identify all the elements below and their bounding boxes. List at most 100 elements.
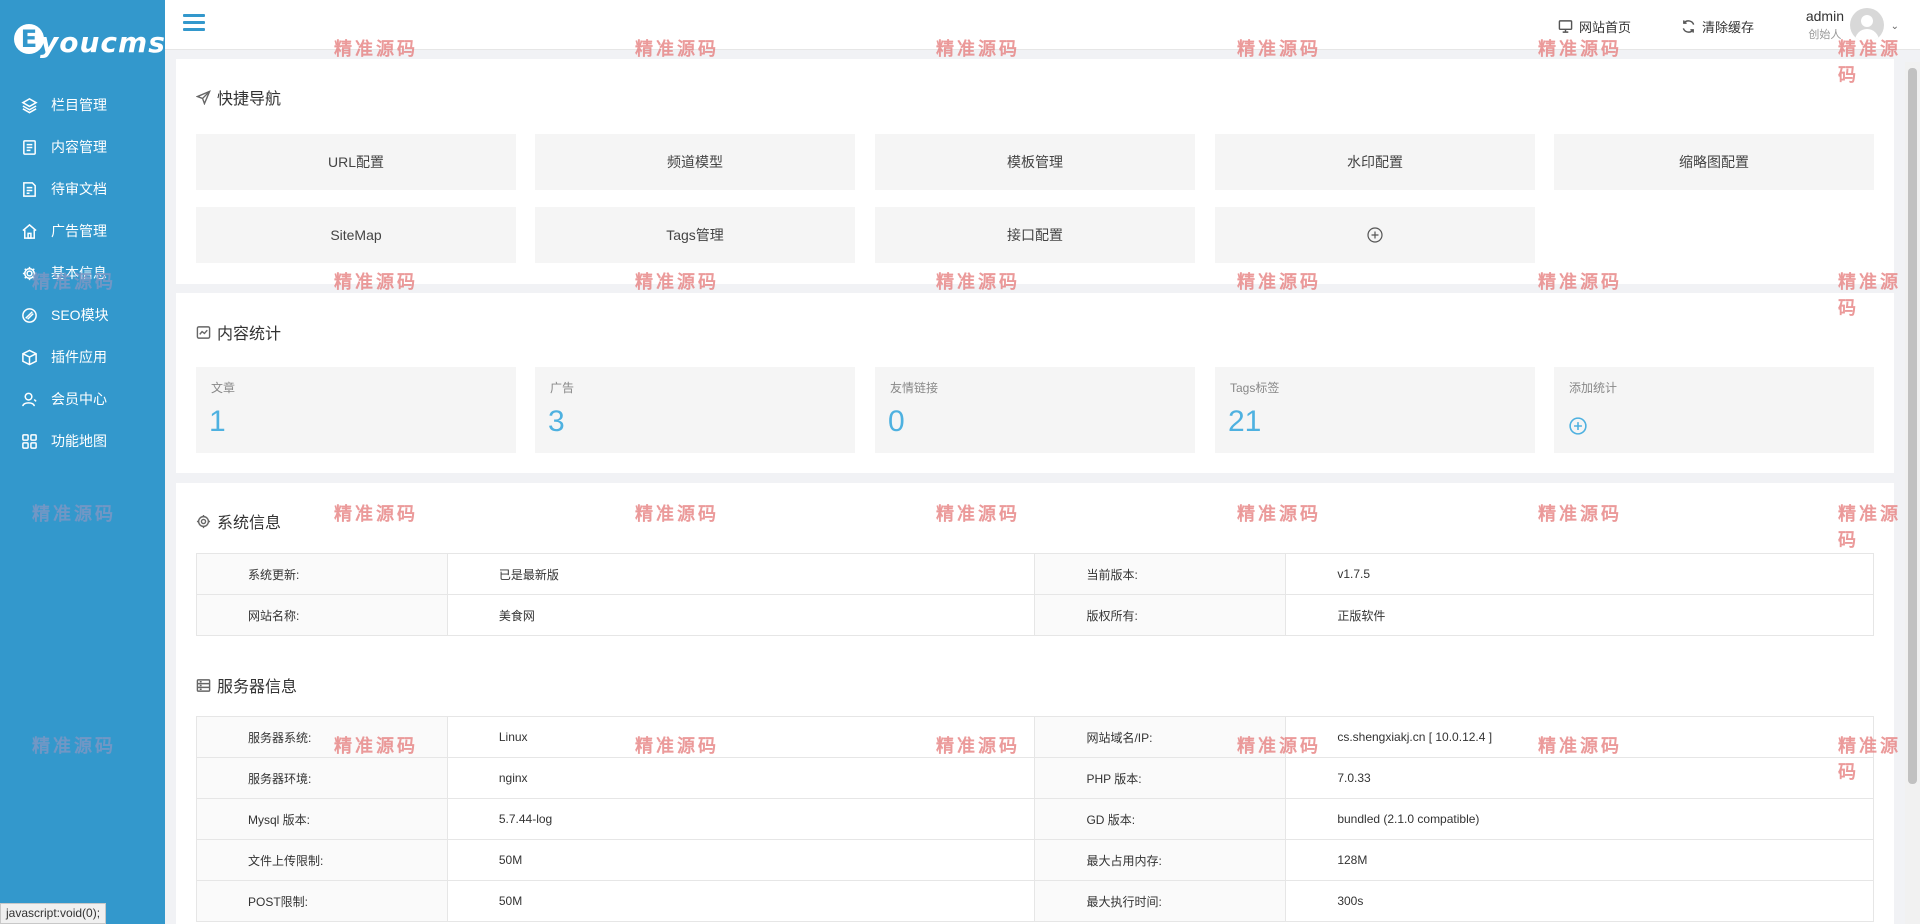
sidebar-item-function-map[interactable]: 功能地图 (0, 420, 165, 462)
sidebar-item-members[interactable]: 会员中心 (0, 378, 165, 420)
max-exec-time-key: 最大执行时间: (1034, 880, 1287, 922)
stat-friend-links[interactable]: 友情链接 0 (875, 367, 1195, 453)
mysql-version-value: 5.7.44-log (446, 798, 1036, 840)
chart-icon (196, 325, 211, 339)
site-home-link[interactable]: 网站首页 (1558, 17, 1631, 36)
table-row: Mysql 版本: 5.7.44-log GD 版本: bundled (2.1… (196, 798, 1874, 840)
post-limit-value: 50M (446, 880, 1036, 922)
logo[interactable]: E youcms (0, 0, 165, 84)
seo-icon (20, 306, 38, 324)
stat-label: 添加统计 (1569, 381, 1618, 395)
site-home-label: 网站首页 (1579, 20, 1632, 35)
plus-circle-icon (1569, 417, 1587, 435)
sidebar-item-review[interactable]: 待审文档 (0, 168, 165, 210)
server-icon (196, 678, 211, 692)
send-icon (196, 89, 211, 105)
vertical-scrollbar[interactable] (1905, 62, 1920, 924)
quick-nav-sitemap[interactable]: SiteMap (196, 207, 516, 263)
sidebar-item-basic-info[interactable]: 基本信息 (0, 252, 165, 294)
monitor-icon (1558, 20, 1573, 33)
sidebar-item-label: 栏目管理 (51, 97, 107, 113)
quick-nav-template-manage[interactable]: 模板管理 (875, 134, 1195, 190)
gear-icon (196, 514, 211, 528)
system-info-panel: 系统信息 系统更新: 已是最新版 当前版本: v1.7.5 网站名称: 美食网 … (176, 483, 1894, 924)
gd-version-value: bundled (2.1.0 compatible) (1285, 798, 1874, 840)
stat-ads[interactable]: 广告 3 (535, 367, 855, 453)
stat-articles[interactable]: 文章 1 (196, 367, 516, 453)
quick-nav-channel-model[interactable]: 频道模型 (535, 134, 855, 190)
server-info-table: 服务器系统: Linux 网站域名/IP: cs.shengxiakj.cn [… (196, 716, 1874, 922)
document-icon (20, 138, 38, 156)
server-info-title: 服务器信息 (196, 673, 297, 697)
clear-cache-button[interactable]: 清除缓存 (1681, 17, 1754, 36)
quick-nav-tags-manage[interactable]: Tags管理 (535, 207, 855, 263)
site-name-value: 美食网 (446, 594, 1036, 636)
copyright-key: 版权所有: (1034, 594, 1287, 636)
user-icon (20, 390, 38, 408)
sidebar-item-content[interactable]: 内容管理 (0, 126, 165, 168)
avatar[interactable] (1850, 8, 1884, 42)
server-os-key: 服务器系统: (196, 716, 448, 758)
sidebar-item-plugins[interactable]: 插件应用 (0, 336, 165, 378)
sidebar-item-ads[interactable]: 广告管理 (0, 210, 165, 252)
memory-limit-value: 128M (1285, 839, 1874, 881)
stat-tags[interactable]: Tags标签 21 (1215, 367, 1535, 453)
stat-value: 21 (1228, 405, 1262, 438)
content-stats-panel: 内容统计 文章 1 广告 3 友情链接 0 Tags标签 21 添加统计 (176, 293, 1894, 473)
table-row: POST限制: 50M 最大执行时间: 300s (196, 880, 1874, 922)
add-stat-button[interactable]: 添加统计 (1554, 367, 1874, 453)
clear-cache-label: 清除缓存 (1702, 20, 1755, 35)
layers-icon (20, 96, 38, 114)
stat-label: Tags标签 (1230, 381, 1280, 395)
quick-nav-watermark-config[interactable]: 水印配置 (1215, 134, 1535, 190)
quick-nav-api-config[interactable]: 接口配置 (875, 207, 1195, 263)
home-icon (20, 222, 38, 240)
sidebar-item-label: SEO模块 (51, 307, 109, 323)
stat-label: 友情链接 (890, 381, 939, 395)
system-info-title: 系统信息 (196, 509, 281, 533)
scrollbar-thumb[interactable] (1908, 68, 1917, 784)
stat-value: 0 (888, 405, 905, 438)
refresh-icon (1682, 20, 1695, 33)
browser-status-bar: javascript:void(0); (0, 903, 107, 924)
gd-version-key: GD 版本: (1034, 798, 1287, 840)
stat-value: 1 (209, 405, 226, 438)
plus-circle-icon (1367, 227, 1383, 243)
sidebar-item-label: 待审文档 (51, 181, 107, 197)
table-row: 服务器系统: Linux 网站域名/IP: cs.shengxiakj.cn [… (196, 716, 1874, 758)
upload-limit-key: 文件上传限制: (196, 839, 448, 881)
content-stats-title: 内容统计 (196, 320, 281, 344)
system-info-title-text: 系统信息 (217, 515, 282, 532)
table-row: 服务器环境: nginx PHP 版本: 7.0.33 (196, 757, 1874, 799)
cube-icon (20, 348, 38, 366)
table-row: 系统更新: 已是最新版 当前版本: v1.7.5 (196, 553, 1874, 595)
top-bar: 网站首页 清除缓存 admin 创始人 ⌄ (165, 0, 1920, 50)
sidebar-item-label: 内容管理 (51, 139, 107, 155)
upload-limit-value: 50M (446, 839, 1036, 881)
php-version-key: PHP 版本: (1034, 757, 1287, 799)
sidebar-item-columns[interactable]: 栏目管理 (0, 84, 165, 126)
sidebar-item-seo[interactable]: SEO模块 (0, 294, 165, 336)
user-name: admin (1805, 8, 1844, 24)
sidebar-nav: 栏目管理 内容管理 待审文档 广告管理 基本信息 SEO模块 插件应用 会员中心… (0, 84, 165, 462)
chevron-down-icon: ⌄ (1890, 21, 1899, 32)
memory-limit-key: 最大占用内存: (1034, 839, 1287, 881)
menu-toggle-icon[interactable] (183, 14, 205, 34)
quick-nav-add-button[interactable] (1215, 207, 1535, 263)
gear-icon (20, 264, 38, 282)
stat-value: 3 (548, 405, 565, 438)
table-row: 文件上传限制: 50M 最大占用内存: 128M (196, 839, 1874, 881)
system-info-table: 系统更新: 已是最新版 当前版本: v1.7.5 网站名称: 美食网 版权所有:… (196, 553, 1874, 636)
post-limit-key: POST限制: (196, 880, 448, 922)
quick-nav-url-config[interactable]: URL配置 (196, 134, 516, 190)
quick-nav-title: 快捷导航 (196, 85, 281, 109)
sidebar-item-label: 功能地图 (51, 433, 107, 449)
server-os-value: Linux (446, 716, 1036, 758)
sidebar: E youcms 栏目管理 内容管理 待审文档 广告管理 基本信息 SEO模块 (0, 0, 165, 924)
domain-ip-value: cs.shengxiakj.cn [ 10.0.12.4 ] (1285, 716, 1874, 758)
server-env-key: 服务器环境: (196, 757, 448, 799)
system-update-value: 已是最新版 (446, 553, 1036, 595)
user-menu[interactable]: admin 创始人 ⌄ (1805, 8, 1899, 42)
server-info-title-text: 服务器信息 (217, 679, 298, 696)
quick-nav-thumbnail-config[interactable]: 缩略图配置 (1554, 134, 1874, 190)
